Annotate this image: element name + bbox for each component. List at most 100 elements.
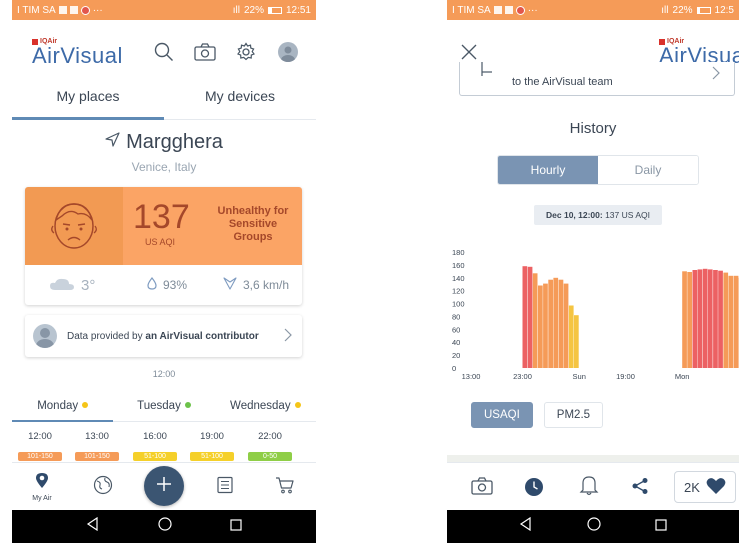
system-navigation-bar: [12, 510, 316, 543]
y-tick-label: 160: [452, 261, 465, 270]
chart-bar[interactable]: [723, 272, 729, 368]
day-aqi-dot: [294, 402, 301, 408]
humidity: 93%: [163, 278, 188, 292]
wind-direction-icon: [223, 277, 237, 293]
chart-bar[interactable]: [713, 270, 718, 368]
aqi-card[interactable]: 137 US AQI Unhealthy for Sensitive Group…: [25, 187, 302, 305]
hour-time: 22:00: [258, 431, 282, 442]
chart-bar[interactable]: [687, 272, 692, 368]
battery-percent: 22%: [243, 4, 264, 16]
day-aqi-dot: [184, 402, 191, 408]
contributor-name: an AirVisual contributor: [145, 330, 259, 342]
day-tab-monday[interactable]: Monday: [12, 392, 114, 422]
recents-icon[interactable]: [655, 518, 667, 536]
back-icon[interactable]: [86, 516, 100, 536]
battery-percent: 22%: [672, 4, 693, 16]
nav-shop[interactable]: [274, 463, 296, 511]
globe-icon: [93, 475, 113, 500]
system-navigation-bar: [447, 510, 739, 543]
chart-bar[interactable]: [702, 268, 708, 368]
chart-bar[interactable]: [543, 283, 548, 368]
nav-my-air[interactable]: My Air: [26, 463, 58, 511]
gear-icon[interactable]: [234, 40, 258, 64]
camera-icon[interactable]: [193, 40, 217, 64]
hour-aqi-pill: 101-150: [18, 452, 62, 461]
share-icon[interactable]: [631, 477, 649, 500]
recents-icon[interactable]: [230, 518, 242, 536]
chart-bar[interactable]: [548, 279, 553, 368]
hourly-tab[interactable]: Hourly: [498, 156, 598, 184]
hour-item: 19:00 51-100: [190, 431, 234, 461]
heart-icon: [706, 477, 726, 498]
hour-time: 16:00: [143, 431, 167, 442]
day-tab-wednesday[interactable]: Wednesday: [215, 392, 316, 421]
search-icon[interactable]: [152, 40, 176, 64]
avatar[interactable]: [278, 42, 298, 62]
contributor-avatar-icon: [33, 324, 57, 348]
back-icon[interactable]: [519, 516, 533, 536]
day-aqi-dot: [82, 402, 89, 408]
hour-item: 12:00 101-150: [18, 431, 62, 461]
contributor-prefix: Data provided by: [67, 330, 146, 342]
plus-icon: [155, 475, 173, 498]
chart-bar[interactable]: [707, 269, 713, 368]
home-icon[interactable]: [158, 517, 172, 536]
usaqi-button[interactable]: USAQI: [471, 402, 533, 428]
y-tick-label: 100: [452, 300, 465, 309]
chart-bar[interactable]: [718, 270, 723, 368]
chart-bar[interactable]: [692, 270, 698, 368]
camera-icon[interactable]: [471, 477, 493, 500]
nav-map-globe[interactable]: [92, 463, 114, 511]
notification-icon: [69, 6, 78, 14]
place-location: Venice, Italy: [131, 160, 197, 174]
x-tick-label: 23:00: [513, 372, 532, 381]
chart-bar[interactable]: [553, 277, 559, 368]
y-tick-label: 80: [452, 312, 460, 321]
chart-bar[interactable]: [558, 279, 564, 368]
chart-bar[interactable]: [574, 315, 579, 368]
chart-bar[interactable]: [733, 275, 739, 368]
y-tick-label: 180: [452, 248, 465, 257]
chart-bar[interactable]: [522, 266, 528, 368]
x-tick-label: Mon: [675, 372, 690, 381]
alert-bell-icon[interactable]: [579, 474, 599, 501]
battery-icon: [696, 6, 711, 14]
tab-my-places[interactable]: My places: [12, 78, 164, 120]
hour-item: 13:00 101-150: [75, 431, 119, 461]
pm25-button[interactable]: PM2.5: [543, 402, 604, 428]
chart-bar[interactable]: [728, 275, 734, 368]
aqi-reading: 137 US AQI Unhealthy for Sensitive Group…: [123, 187, 302, 265]
like-button[interactable]: 2K: [674, 471, 736, 503]
y-tick-label: 40: [452, 338, 460, 347]
chart-bar[interactable]: [538, 285, 543, 369]
feedback-card[interactable]: to the AirVisual team: [459, 62, 735, 96]
tab-my-devices[interactable]: My devices: [164, 78, 316, 119]
chart-bar[interactable]: [682, 271, 687, 368]
close-icon[interactable]: [459, 42, 479, 62]
chart-bar[interactable]: [532, 273, 538, 368]
daily-tab[interactable]: Daily: [598, 156, 698, 184]
chart-bar[interactable]: [697, 269, 703, 368]
more-notifications-icon: ···: [92, 4, 103, 16]
flag-icon: [480, 62, 494, 81]
day-tab-tuesday[interactable]: Tuesday: [113, 392, 214, 421]
add-button[interactable]: [144, 466, 184, 506]
hour-item: 22:00 0-50: [248, 431, 292, 461]
forecast-days: Monday Tuesday Wednesday: [12, 392, 316, 422]
nav-news[interactable]: [214, 463, 236, 511]
history-bar-chart[interactable]: 0 20 40 60 80 100 120 140 160 180 13:00 23:00 Sun 19:…: [447, 248, 739, 388]
data-contributor-card[interactable]: Data provided by an AirVisual contributo…: [25, 315, 302, 357]
location-pin-icon: [35, 472, 49, 494]
chart-bar[interactable]: [568, 305, 574, 369]
home-icon[interactable]: [587, 517, 601, 536]
chart-bar[interactable]: [563, 283, 569, 368]
nav-my-air-label: My Air: [32, 495, 52, 502]
detail-action-bar: 2K: [447, 462, 739, 510]
news-icon: [216, 476, 234, 499]
history-clock-icon[interactable]: [524, 477, 544, 502]
like-count: 2K: [684, 479, 700, 495]
chart-bar[interactable]: [527, 266, 533, 368]
y-tick-label: 0: [452, 364, 456, 373]
chevron-right-icon: [284, 328, 292, 345]
contributor-text: Data provided by an AirVisual contributo…: [67, 331, 259, 342]
